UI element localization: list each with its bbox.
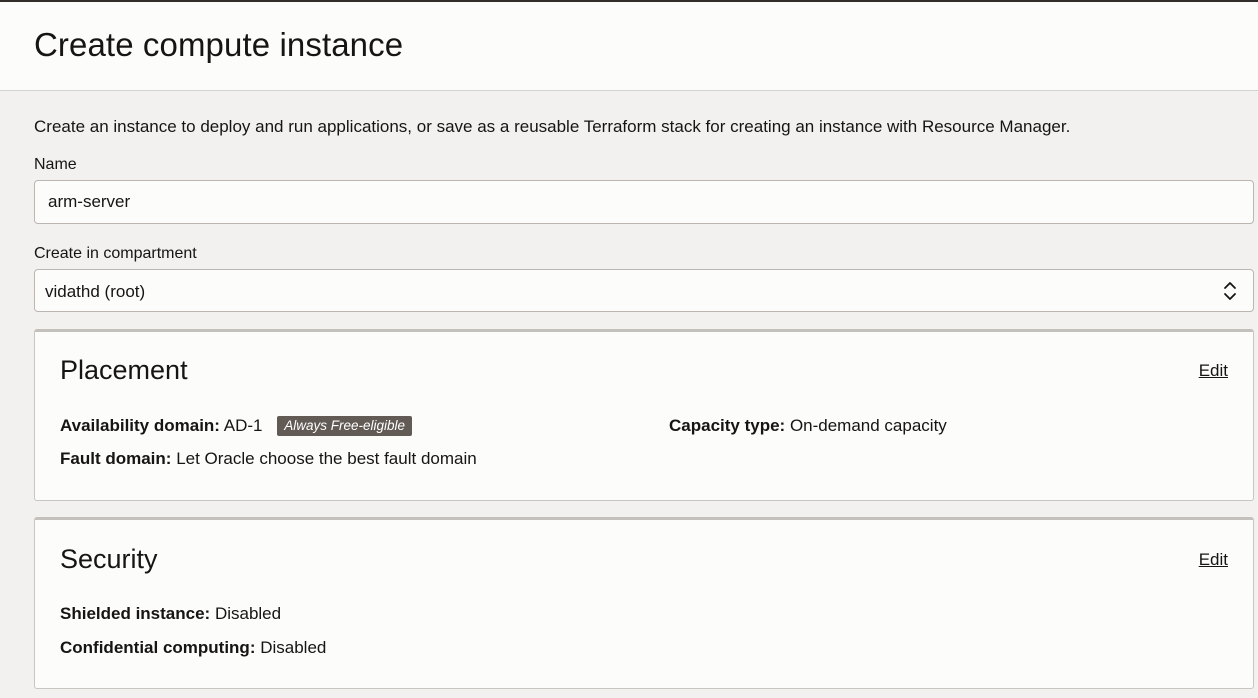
- name-input[interactable]: [34, 180, 1254, 224]
- availability-domain-label: Availability domain:: [60, 416, 220, 435]
- page-title: Create compute instance: [34, 26, 404, 63]
- security-panel: Security Edit Shielded instance: Disable…: [34, 517, 1254, 689]
- chevron-updown-icon: [1224, 282, 1236, 300]
- page-header: Create compute instance: [0, 0, 1258, 91]
- confidential-computing-label: Confidential computing:: [60, 638, 256, 657]
- fault-domain-label: Fault domain:: [60, 449, 172, 468]
- shielded-instance-row: Shielded instance: Disabled: [60, 604, 281, 624]
- confidential-computing-value: Disabled: [260, 638, 327, 657]
- compartment-label: Create in compartment: [34, 245, 197, 262]
- capacity-type-row: Capacity type: On-demand capacity: [669, 416, 947, 436]
- capacity-type-label: Capacity type:: [669, 416, 786, 435]
- placement-title: Placement: [60, 355, 188, 385]
- always-free-badge: Always Free-eligible: [277, 416, 413, 436]
- fault-domain-value: Let Oracle choose the best fault domain: [176, 449, 477, 468]
- intro-text: Create an instance to deploy and run app…: [34, 117, 1071, 136]
- availability-domain-value: AD-1: [223, 416, 263, 435]
- security-edit-link[interactable]: Edit: [1199, 550, 1228, 570]
- capacity-type-value: On-demand capacity: [789, 416, 947, 435]
- confidential-computing-row: Confidential computing: Disabled: [60, 638, 326, 658]
- placement-edit-link[interactable]: Edit: [1199, 361, 1228, 381]
- availability-domain-row: Availability domain: AD-1 Always Free-el…: [60, 416, 413, 436]
- fault-domain-row: Fault domain: Let Oracle choose the best…: [60, 449, 477, 469]
- security-title: Security: [60, 544, 158, 574]
- shielded-instance-label: Shielded instance:: [60, 604, 211, 623]
- shielded-instance-value: Disabled: [214, 604, 282, 623]
- compartment-select-value: vidathd (root): [45, 282, 146, 301]
- name-label: Name: [34, 156, 77, 173]
- placement-panel: Placement Edit Availability domain: AD-1…: [34, 329, 1254, 501]
- compartment-select[interactable]: vidathd (root): [34, 269, 1254, 312]
